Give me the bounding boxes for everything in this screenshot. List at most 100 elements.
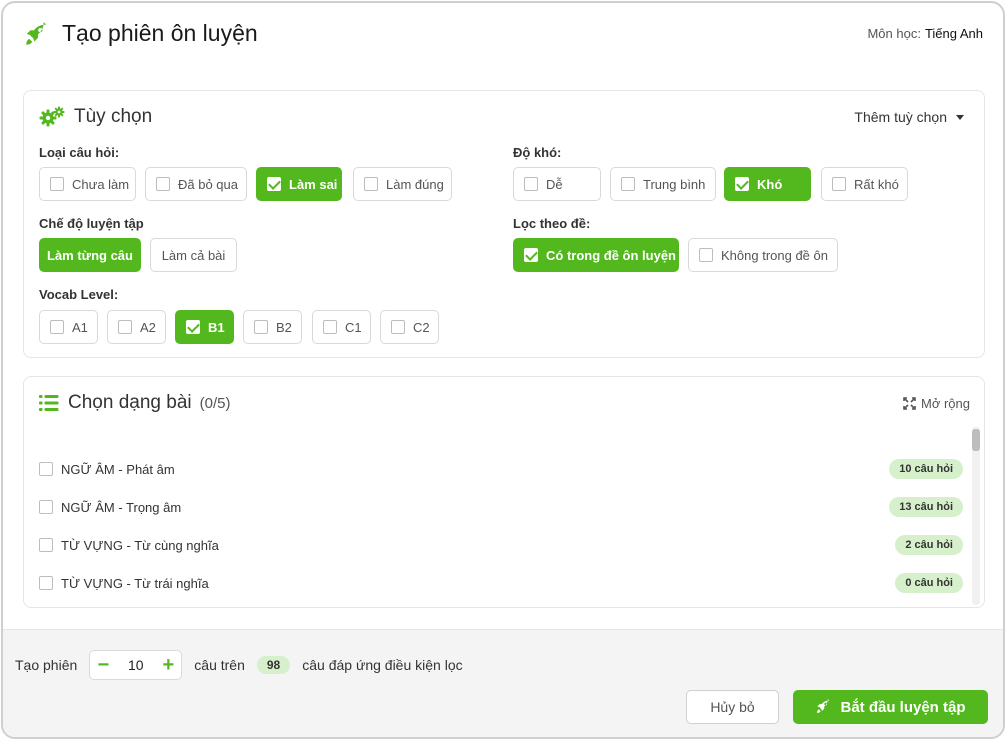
minus-icon[interactable]: −: [90, 651, 116, 679]
checkbox: [832, 177, 846, 191]
chip-label: B2: [276, 319, 292, 335]
difficulty-rat-kho[interactable]: Rất khó: [821, 167, 908, 201]
exercise-types-card: Chọn dạng bài (0/5) Mở rộng NGỮ ÂM - Phá…: [23, 376, 985, 608]
subject-info: Môn học: Tiếng Anh: [867, 26, 983, 41]
checkbox: [156, 177, 170, 191]
chip-label: Không trong đề ôn: [721, 247, 828, 263]
question-type-chua-lam[interactable]: Chưa làm: [39, 167, 136, 201]
chip-label: Làm từng câu: [47, 247, 133, 263]
checkbox: [118, 320, 132, 334]
dialog-footer: Tạo phiên − 10 + câu trên 98 câu đáp ứng…: [3, 629, 1003, 737]
checkbox[interactable]: [39, 538, 53, 552]
options-card: Tùy chọn Thêm tuỳ chọn Loại câu hỏi: Chư…: [23, 90, 985, 358]
expand-button[interactable]: Mở rộng: [903, 396, 970, 411]
question-type-da-bo-qua[interactable]: Đã bỏ qua: [145, 167, 247, 201]
chip-label: A2: [140, 319, 156, 335]
chip-label: B1: [208, 319, 225, 335]
exercise-type-label: NGỮ ÂM - Phát âm: [61, 461, 175, 477]
options-title-text: Tùy chọn: [74, 106, 153, 127]
checkbox: [50, 320, 64, 334]
question-count-badge: 0 câu hỏi: [895, 573, 963, 593]
rocket-icon: [26, 22, 47, 45]
more-options-label: Thêm tuỳ chọn: [854, 109, 947, 125]
chip-label: Chưa làm: [72, 176, 130, 192]
matching-label: câu đáp ứng điều kiện lọc: [302, 657, 463, 673]
exercise-type-label: NGỮ ÂM - Trọng âm: [61, 499, 182, 515]
chip-label: Làm cả bài: [161, 247, 226, 263]
checkbox: [364, 177, 378, 191]
question-count-badge: 13 câu hỏi: [889, 497, 963, 517]
practice-mode-lam-ca-bai[interactable]: Làm cả bài: [150, 238, 237, 272]
checkbox[interactable]: [39, 576, 53, 590]
question-count-value[interactable]: 10: [116, 657, 155, 673]
exercise-type-label: TỪ VỰNG - Từ trái nghĩa: [61, 575, 209, 591]
checkbox-checked: [186, 320, 200, 334]
vocab-level-c1[interactable]: C1: [312, 310, 371, 344]
chip-label: C2: [413, 319, 430, 335]
exercise-type-item[interactable]: NGỮ ÂM - Phát âm 10 câu hỏi: [39, 457, 963, 481]
question-count-badge: 10 câu hỏi: [889, 459, 963, 479]
question-count-badge: 2 câu hỏi: [895, 535, 963, 555]
caret-down-icon: [956, 114, 964, 120]
exercise-type-item[interactable]: NGỮ ÂM - Trọng âm 13 câu hỏi: [39, 495, 963, 519]
exam-filter-co-trong-de[interactable]: Có trong đề ôn luyện: [513, 238, 679, 272]
list-scrollbar[interactable]: [972, 427, 980, 605]
checkbox: [524, 177, 538, 191]
chip-label: A1: [72, 319, 88, 335]
difficulty-de[interactable]: Dễ: [513, 167, 601, 201]
exercise-type-item[interactable]: TỪ VỰNG - Từ cùng nghĩa 2 câu hỏi: [39, 533, 963, 557]
exam-filter-label: Lọc theo đề:: [513, 216, 591, 231]
vocab-level-c2[interactable]: C2: [380, 310, 439, 344]
checkbox[interactable]: [39, 462, 53, 476]
chip-label: Làm sai: [289, 176, 338, 192]
list-icon: [39, 395, 59, 411]
scrollbar-thumb[interactable]: [972, 429, 980, 451]
checkbox: [323, 320, 337, 334]
gears-icon: [39, 106, 65, 127]
chip-label: Dễ: [546, 176, 563, 192]
create-session-label: Tạo phiên: [15, 657, 78, 673]
exercise-type-label: TỪ VỰNG - Từ cùng nghĩa: [61, 537, 219, 553]
checkbox: [50, 177, 64, 191]
chip-label: Khó: [757, 176, 783, 192]
exam-filter-khong-trong-de[interactable]: Không trong đề ôn: [688, 238, 838, 272]
vocab-level-a2[interactable]: A2: [107, 310, 166, 344]
difficulty-label: Độ khó:: [513, 145, 562, 160]
question-type-lam-dung[interactable]: Làm đúng: [353, 167, 452, 201]
on-label: câu trên: [194, 657, 245, 673]
exercise-types-count: (0/5): [199, 394, 231, 412]
start-practice-label: Bắt đầu luyện tập: [840, 698, 966, 716]
checkbox-checked: [524, 248, 538, 262]
chip-label: Có trong đề ôn luyện: [546, 247, 676, 263]
difficulty-kho[interactable]: Khó: [724, 167, 811, 201]
difficulty-trung-binh[interactable]: Trung bình: [610, 167, 716, 201]
vocab-level-b2[interactable]: B2: [243, 310, 302, 344]
expand-icon: [903, 397, 916, 410]
question-count-stepper[interactable]: − 10 +: [89, 650, 183, 680]
vocab-level-a1[interactable]: A1: [39, 310, 98, 344]
options-title: Tùy chọn: [39, 106, 152, 128]
chip-label: Làm đúng: [386, 176, 444, 192]
plus-icon[interactable]: +: [155, 651, 181, 679]
practice-mode-lam-tung-cau[interactable]: Làm từng câu: [39, 238, 141, 272]
chip-label: Trung bình: [643, 176, 706, 192]
create-session-dialog: Tạo phiên ôn luyện Môn học: Tiếng Anh Tù…: [1, 1, 1005, 739]
checkbox-checked: [267, 177, 281, 191]
practice-mode-label: Chế độ luyện tập: [39, 216, 144, 231]
expand-label: Mở rộng: [921, 396, 970, 411]
cancel-button[interactable]: Hủy bỏ: [686, 690, 779, 724]
subject-label: Môn học:: [867, 26, 921, 41]
question-type-label: Loại câu hỏi:: [39, 145, 120, 160]
vocab-level-b1[interactable]: B1: [175, 310, 234, 344]
dialog-title: Tạo phiên ôn luyện: [62, 20, 258, 46]
more-options-dropdown[interactable]: Thêm tuỳ chọn: [854, 109, 964, 125]
exercise-type-item[interactable]: TỪ VỰNG - Từ trái nghĩa 0 câu hỏi: [39, 571, 963, 595]
checkbox: [699, 248, 713, 262]
start-practice-button[interactable]: Bắt đầu luyện tập: [793, 690, 988, 724]
exercise-types-title-text: Chọn dạng bài: [68, 392, 192, 413]
question-type-lam-sai[interactable]: Làm sai: [256, 167, 342, 201]
chip-label: Rất khó: [854, 176, 899, 192]
checkbox[interactable]: [39, 500, 53, 514]
checkbox: [621, 177, 635, 191]
dialog-header: Tạo phiên ôn luyện Môn học: Tiếng Anh: [3, 3, 1003, 67]
